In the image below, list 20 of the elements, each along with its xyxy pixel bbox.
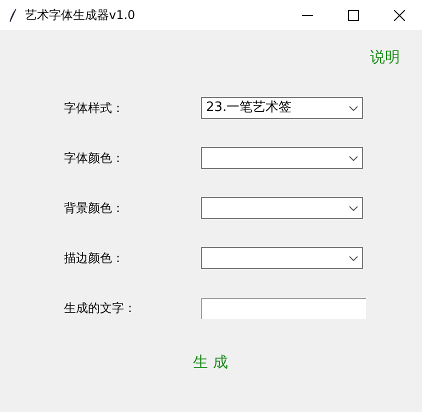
field-label: 生成的文字： [64, 300, 137, 317]
field-label: 描边颜色： [64, 250, 125, 267]
dropdown[interactable]: 23.一笔艺术签 [201, 97, 363, 119]
chevron-down-icon [349, 156, 358, 160]
help-link[interactable]: 说明 [370, 46, 400, 83]
chevron-down-icon [349, 256, 358, 260]
text-field[interactable] [201, 298, 366, 318]
maximize-icon [348, 10, 358, 20]
field-label: 字体颜色： [64, 150, 125, 167]
dropdown[interactable] [201, 247, 363, 269]
dropdown[interactable] [201, 147, 363, 169]
feather-icon [9, 8, 17, 22]
window-title: 艺术字体生成器v1.0 [25, 7, 136, 24]
dropdown[interactable] [201, 197, 363, 219]
close-icon [394, 10, 404, 20]
field-label: 字体样式： [64, 100, 125, 117]
chevron-down-icon [349, 206, 358, 210]
generate-button[interactable]: 生 成 [193, 351, 228, 374]
field-label: 背景颜色： [64, 200, 125, 217]
chevron-down-icon [349, 106, 358, 110]
